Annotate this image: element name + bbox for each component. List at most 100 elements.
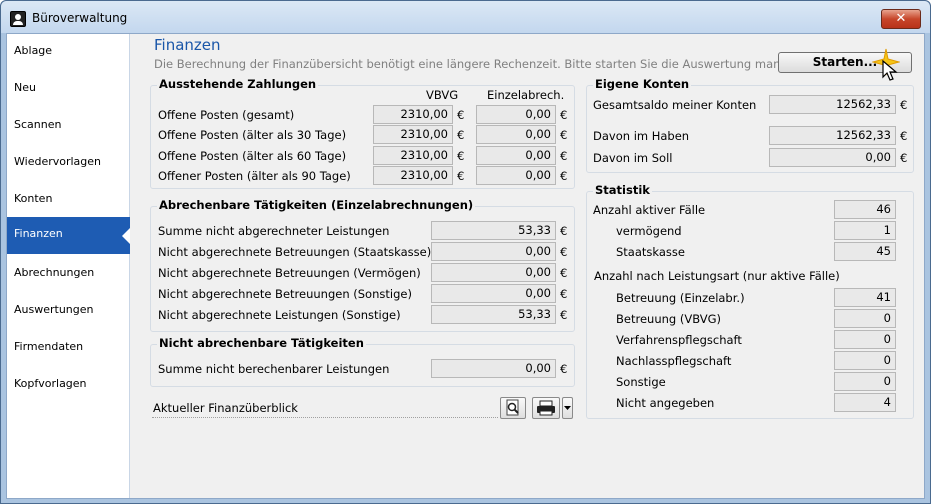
row-label: Verfahrenspflegschaft bbox=[616, 333, 742, 347]
count-field: 0 bbox=[834, 330, 896, 349]
page-subtitle: Die Berechnung der Finanzübersicht benöt… bbox=[154, 57, 802, 71]
row-label: Gesamtsaldo meiner Konten bbox=[593, 98, 757, 112]
currency-symbol: € bbox=[900, 129, 908, 143]
row-label: Summe nicht abgerechneter Leistungen bbox=[158, 224, 390, 238]
group-eigene-konten: Eigene Konten Gesamtsaldo meiner Konten … bbox=[586, 77, 914, 173]
group-statistik: Statistik Anzahl aktiver Fälle 46 vermög… bbox=[586, 183, 914, 419]
count-field: 1 bbox=[834, 221, 896, 240]
row-label: Anzahl aktiver Fälle bbox=[593, 203, 706, 217]
section-label: Anzahl nach Leistungsart (nur aktive Fäl… bbox=[594, 269, 840, 283]
client-area: Ablage Neu Scannen Wiedervorlagen Konten… bbox=[6, 33, 925, 499]
preview-button[interactable] bbox=[500, 397, 526, 419]
value-field: 0,00 bbox=[769, 148, 896, 167]
row-label: Nachlasspflegschaft bbox=[616, 354, 732, 368]
currency-symbol: € bbox=[560, 362, 568, 376]
sidebar-item-abrechnungen[interactable]: Abrechnungen bbox=[7, 256, 130, 293]
sidebar-item-wiedervorlagen[interactable]: Wiedervorlagen bbox=[7, 145, 130, 182]
currency-symbol: € bbox=[560, 245, 568, 259]
sidebar-item-ablage[interactable]: Ablage bbox=[7, 34, 130, 71]
sidebar-item-finanzen[interactable]: Finanzen bbox=[7, 217, 130, 254]
count-field: 0 bbox=[834, 309, 896, 328]
row-label: Nicht angegeben bbox=[616, 396, 715, 410]
vbvg-value-field: 2310,00 bbox=[373, 146, 453, 165]
currency-symbol: € bbox=[457, 128, 465, 142]
einzel-value-field: 0,00 bbox=[476, 105, 556, 124]
row-label: Nicht abgerechnete Leistungen (Sonstige) bbox=[158, 308, 401, 322]
sidebar-item-auswertungen[interactable]: Auswertungen bbox=[7, 293, 130, 330]
currency-symbol: € bbox=[457, 149, 465, 163]
sidebar-item-konten[interactable]: Konten bbox=[7, 182, 130, 219]
value-field: 0,00 bbox=[431, 263, 556, 282]
column-header-vbvg: VBVG bbox=[426, 88, 459, 102]
currency-symbol: € bbox=[560, 224, 568, 238]
finanzueberblick-label: Aktueller Finanzüberblick bbox=[153, 401, 298, 415]
row-label: Staatskasse bbox=[616, 245, 685, 259]
currency-symbol: € bbox=[560, 108, 568, 122]
app-window: Büroverwaltung ✕ Ablage Neu Scannen Wied… bbox=[0, 0, 931, 504]
close-button[interactable]: ✕ bbox=[881, 9, 921, 29]
row-label: Offene Posten (älter als 60 Tage) bbox=[158, 149, 347, 163]
count-field: 45 bbox=[834, 242, 896, 261]
row-label: Nicht abgerechnete Betreuungen (Staatska… bbox=[158, 245, 432, 259]
currency-symbol: € bbox=[560, 266, 568, 280]
vbvg-value-field: 2310,00 bbox=[373, 105, 453, 124]
row-label: Summe nicht berechenbarer Leistungen bbox=[158, 362, 390, 376]
currency-symbol: € bbox=[560, 149, 568, 163]
mouse-cursor-icon bbox=[882, 60, 898, 81]
row-label: Nicht abgerechnete Betreuungen (Vermögen… bbox=[158, 266, 421, 280]
group-nicht-abrechenbare-taetigkeiten: Nicht abrechenbare Tätigkeiten Summe nic… bbox=[150, 336, 575, 387]
count-field: 0 bbox=[834, 372, 896, 391]
sidebar-item-neu[interactable]: Neu bbox=[7, 71, 130, 108]
vbvg-value-field: 2310,00 bbox=[373, 125, 453, 144]
sidebar-item-scannen[interactable]: Scannen bbox=[7, 108, 130, 145]
einzel-value-field: 0,00 bbox=[476, 125, 556, 144]
window-title: Büroverwaltung bbox=[32, 11, 128, 25]
group-abrechenbare-taetigkeiten: Abrechenbare Tätigkeiten (Einzelabrechnu… bbox=[150, 198, 575, 332]
row-label: Offene Posten (älter als 30 Tage) bbox=[158, 128, 347, 142]
count-field: 0 bbox=[834, 351, 896, 370]
value-field: 53,33 bbox=[431, 305, 556, 324]
vbvg-value-field: 2310,00 bbox=[373, 166, 453, 185]
page-title: Finanzen bbox=[154, 36, 221, 54]
divider bbox=[152, 417, 498, 418]
row-label: Sonstige bbox=[616, 375, 666, 389]
printer-icon bbox=[537, 400, 555, 416]
title-bar: Büroverwaltung ✕ bbox=[1, 1, 930, 33]
preview-icon bbox=[506, 399, 519, 416]
currency-symbol: € bbox=[560, 287, 568, 301]
sidebar-item-kopfvorlagen[interactable]: Kopfvorlagen bbox=[7, 367, 130, 404]
value-field: 0,00 bbox=[431, 284, 556, 303]
group-title: Abrechenbare Tätigkeiten (Einzelabrechnu… bbox=[157, 198, 476, 212]
value-field: 0,00 bbox=[431, 242, 556, 261]
group-title: Nicht abrechenbare Tätigkeiten bbox=[157, 336, 366, 350]
print-button[interactable] bbox=[532, 397, 560, 419]
sidebar-item-firmendaten[interactable]: Firmendaten bbox=[7, 330, 130, 367]
column-header-einzelabrech: Einzelabrech. bbox=[487, 88, 565, 102]
currency-symbol: € bbox=[900, 98, 908, 112]
row-label: Nicht abgerechnete Betreuungen (Sonstige… bbox=[158, 287, 412, 301]
currency-symbol: € bbox=[560, 169, 568, 183]
currency-symbol: € bbox=[560, 308, 568, 322]
currency-symbol: € bbox=[560, 128, 568, 142]
chevron-down-icon bbox=[564, 406, 571, 410]
row-label: vermögend bbox=[616, 224, 682, 238]
group-title: Statistik bbox=[593, 183, 652, 197]
print-dropdown-button[interactable] bbox=[562, 397, 573, 419]
main-panel: Finanzen Die Berechnung der Finanzübersi… bbox=[130, 34, 924, 498]
row-label: Offene Posten (gesamt) bbox=[158, 108, 295, 122]
group-title: Ausstehende Zahlungen bbox=[157, 77, 319, 91]
sidebar: Ablage Neu Scannen Wiedervorlagen Konten… bbox=[7, 34, 130, 498]
row-label: Davon im Soll bbox=[593, 151, 673, 165]
row-label: Offener Posten (älter als 90 Tage) bbox=[158, 169, 351, 183]
group-ausstehende-zahlungen: Ausstehende Zahlungen VBVG Einzelabrech.… bbox=[150, 77, 575, 189]
app-icon bbox=[10, 11, 26, 27]
count-field: 4 bbox=[834, 393, 896, 412]
group-title: Eigene Konten bbox=[593, 77, 692, 91]
currency-symbol: € bbox=[457, 108, 465, 122]
einzel-value-field: 0,00 bbox=[476, 146, 556, 165]
value-field: 0,00 bbox=[431, 359, 556, 378]
value-field: 12562,33 bbox=[769, 126, 896, 145]
currency-symbol: € bbox=[457, 169, 465, 183]
row-label: Betreuung (Einzelabr.) bbox=[616, 291, 745, 305]
currency-symbol: € bbox=[900, 151, 908, 165]
